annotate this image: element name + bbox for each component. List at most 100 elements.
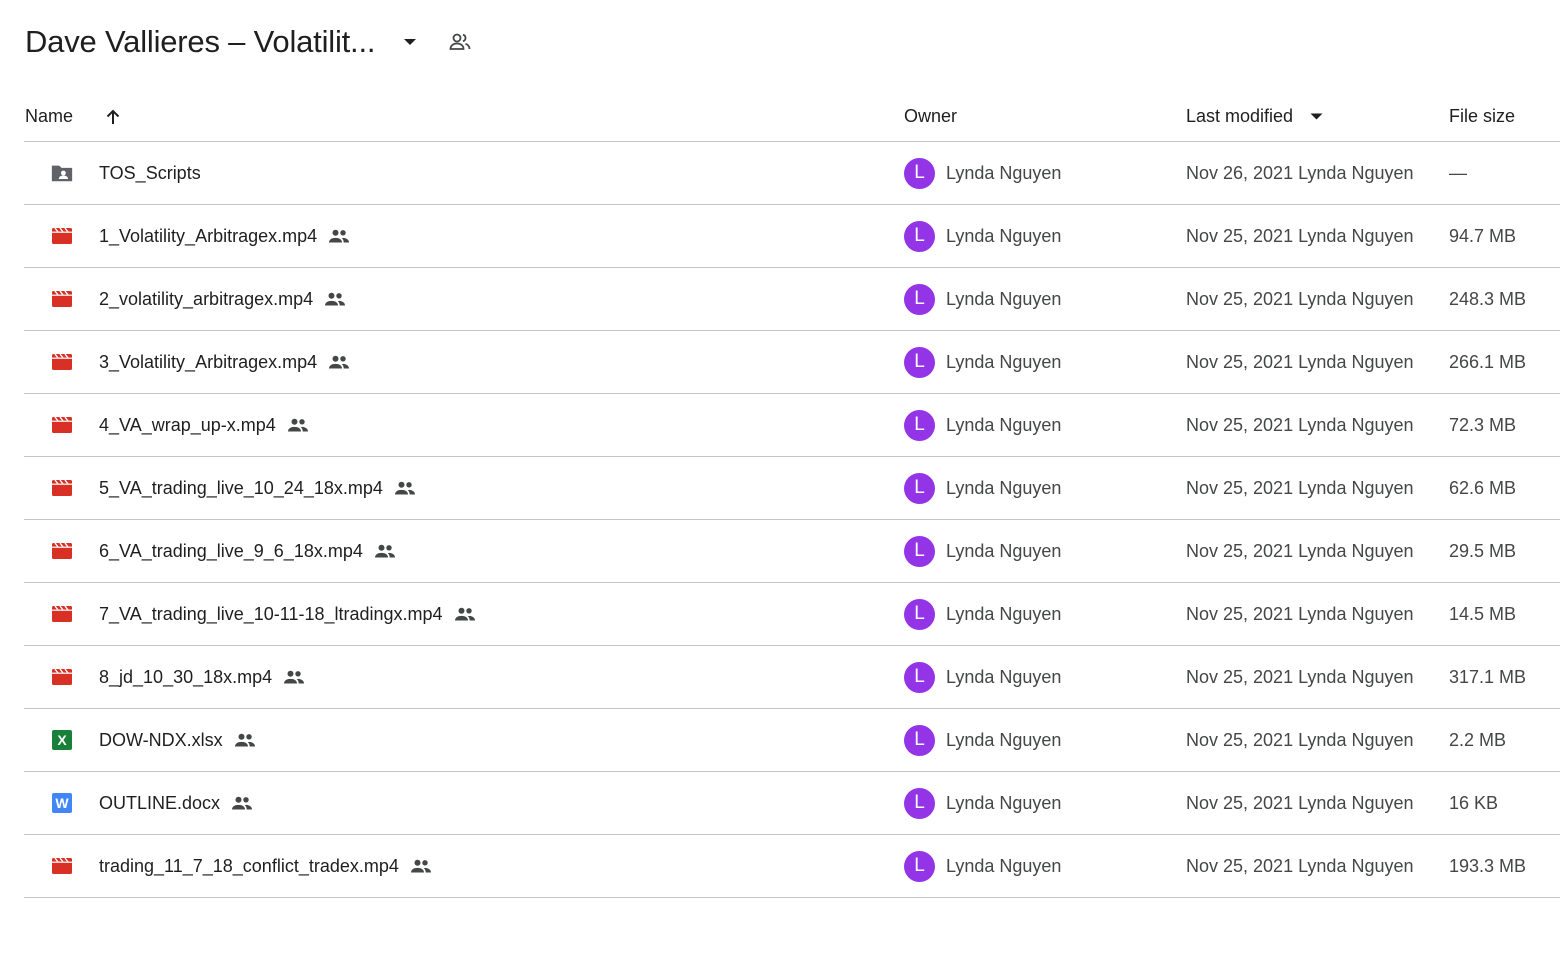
last-modified-cell: Nov 25, 2021 Lynda Nguyen (1186, 288, 1414, 309)
last-modified-cell: Nov 25, 2021 Lynda Nguyen (1186, 855, 1414, 876)
file-name: 4_VA_wrap_up-x.mp4 (99, 414, 276, 435)
file-name: OUTLINE.docx (99, 792, 221, 813)
shared-people-icon (287, 418, 309, 432)
shared-people-icon (454, 607, 476, 621)
file-row[interactable]: 5_VA_trading_live_10_24_18x.mp4 L Lynda … (24, 457, 1560, 520)
file-name-cell[interactable]: 2_volatility_arbitragex.mp4 (99, 268, 346, 330)
owner-avatar: L (904, 283, 935, 315)
owner-avatar: L (904, 535, 935, 567)
column-header-owner[interactable]: Owner (904, 92, 957, 141)
table-header: Name Owner Last modified File size (24, 92, 1560, 142)
owner-cell: L Lynda Nguyen (904, 646, 1061, 708)
file-row[interactable]: 4_VA_wrap_up-x.mp4 L Lynda Nguyen Nov 25… (24, 394, 1560, 457)
file-size-cell: 29.5 MB (1449, 540, 1517, 561)
file-size-cell: 193.3 MB (1449, 855, 1527, 876)
owner-cell: L Lynda Nguyen (904, 772, 1061, 834)
shared-people-icon (324, 292, 346, 306)
file-name: DOW-NDX.xlsx (99, 729, 223, 750)
owner-avatar: L (904, 724, 935, 756)
file-name-cell[interactable]: 6_VA_trading_live_9_6_18x.mp4 (99, 520, 396, 582)
last-modified-cell: Nov 25, 2021 Lynda Nguyen (1186, 414, 1414, 435)
file-row[interactable]: 6_VA_trading_live_9_6_18x.mp4 L Lynda Ng… (24, 520, 1560, 583)
file-name-cell[interactable]: 8_jd_10_30_18x.mp4 (99, 646, 305, 708)
file-name: 2_volatility_arbitragex.mp4 (99, 288, 314, 309)
file-name-cell[interactable]: 7_VA_trading_live_10-11-18_ltradingx.mp4 (99, 583, 476, 645)
file-type-icon-cell (48, 205, 76, 267)
file-type-icon-cell: W (48, 772, 76, 834)
owner-cell: L Lynda Nguyen (904, 583, 1061, 645)
file-name: TOS_Scripts (99, 162, 201, 183)
file-name-cell[interactable]: 3_Volatility_Arbitragex.mp4 (99, 331, 350, 393)
shared-people-icon (234, 733, 256, 747)
file-rows: TOS_Scripts L Lynda Nguyen Nov 26, 2021 … (24, 142, 1560, 898)
file-row[interactable]: 3_Volatility_Arbitragex.mp4 L Lynda Nguy… (24, 331, 1560, 394)
folder-shared-people-icon[interactable] (444, 24, 476, 60)
file-size-cell: 72.3 MB (1449, 414, 1517, 435)
file-list-table: Name Owner Last modified File size TOS_S… (24, 92, 1560, 898)
file-row[interactable]: X DOW-NDX.xlsx L Lynda Nguyen Nov 25, 20… (24, 709, 1560, 772)
folder-title[interactable]: Dave Vallieres – Volatilit... (25, 22, 375, 62)
file-name: 8_jd_10_30_18x.mp4 (99, 666, 273, 687)
folder-header: Dave Vallieres – Volatilit... (0, 0, 1560, 84)
column-header-file-size[interactable]: File size (1449, 92, 1515, 141)
owner-name: Lynda Nguyen (946, 603, 1062, 624)
column-header-last-modified[interactable]: Last modified (1186, 92, 1293, 141)
file-name-cell[interactable]: TOS_Scripts (99, 142, 201, 204)
file-size-cell: 94.7 MB (1449, 225, 1517, 246)
last-modified-cell: Nov 25, 2021 Lynda Nguyen (1186, 351, 1414, 372)
file-name-cell[interactable]: 5_VA_trading_live_10_24_18x.mp4 (99, 457, 416, 519)
owner-name: Lynda Nguyen (946, 666, 1062, 687)
file-name-cell[interactable]: 1_Volatility_Arbitragex.mp4 (99, 205, 350, 267)
file-row[interactable]: TOS_Scripts L Lynda Nguyen Nov 26, 2021 … (24, 142, 1560, 205)
shared-people-icon (374, 544, 396, 558)
file-type-icon-cell (48, 583, 76, 645)
owner-name: Lynda Nguyen (946, 414, 1062, 435)
file-size-cell: 266.1 MB (1449, 351, 1527, 372)
owner-avatar: L (904, 220, 935, 252)
owner-avatar: L (904, 598, 935, 630)
file-name-cell[interactable]: DOW-NDX.xlsx (99, 709, 256, 771)
shared-people-icon (394, 481, 416, 495)
video-file-icon (50, 603, 74, 625)
file-name-cell[interactable]: trading_11_7_18_conflict_tradex.mp4 (99, 835, 432, 897)
file-row[interactable]: W OUTLINE.docx L Lynda Nguyen Nov 25, 20… (24, 772, 1560, 835)
file-row[interactable]: trading_11_7_18_conflict_tradex.mp4 L Ly… (24, 835, 1560, 898)
last-modified-caret-icon[interactable] (1310, 92, 1326, 141)
file-size-cell: 2.2 MB (1449, 729, 1507, 750)
file-name: 6_VA_trading_live_9_6_18x.mp4 (99, 540, 363, 561)
owner-avatar: L (904, 850, 935, 882)
last-modified-cell: Nov 25, 2021 Lynda Nguyen (1186, 225, 1414, 246)
owner-avatar: L (904, 661, 935, 693)
file-type-icon-cell (48, 520, 76, 582)
word-file-icon: W (52, 793, 72, 813)
file-name: 5_VA_trading_live_10_24_18x.mp4 (99, 477, 383, 498)
video-file-icon (50, 288, 74, 310)
owner-name: Lynda Nguyen (946, 792, 1062, 813)
owner-cell: L Lynda Nguyen (904, 394, 1061, 456)
shared-people-icon (283, 670, 305, 684)
folder-menu-caret-icon[interactable] (394, 24, 426, 60)
file-type-icon-cell: X (48, 709, 76, 771)
owner-name: Lynda Nguyen (946, 225, 1062, 246)
file-name-cell[interactable]: 4_VA_wrap_up-x.mp4 (99, 394, 309, 456)
last-modified-cell: Nov 25, 2021 Lynda Nguyen (1186, 729, 1414, 750)
sort-arrow-up-icon[interactable] (104, 92, 126, 141)
shared-people-icon (410, 859, 432, 873)
file-row[interactable]: 7_VA_trading_live_10-11-18_ltradingx.mp4… (24, 583, 1560, 646)
column-header-name[interactable]: Name (25, 92, 73, 141)
shared-folder-icon (50, 162, 74, 184)
owner-name: Lynda Nguyen (946, 288, 1062, 309)
file-name: 7_VA_trading_live_10-11-18_ltradingx.mp4 (99, 603, 443, 624)
video-file-icon (50, 540, 74, 562)
owner-avatar: L (904, 157, 935, 189)
file-row[interactable]: 2_volatility_arbitragex.mp4 L Lynda Nguy… (24, 268, 1560, 331)
last-modified-cell: Nov 25, 2021 Lynda Nguyen (1186, 477, 1414, 498)
file-row[interactable]: 8_jd_10_30_18x.mp4 L Lynda Nguyen Nov 25… (24, 646, 1560, 709)
file-type-icon-cell (48, 457, 76, 519)
owner-avatar: L (904, 346, 935, 378)
file-name: 3_Volatility_Arbitragex.mp4 (99, 351, 318, 372)
file-size-cell: 16 KB (1449, 792, 1499, 813)
file-name-cell[interactable]: OUTLINE.docx (99, 772, 253, 834)
file-row[interactable]: 1_Volatility_Arbitragex.mp4 L Lynda Nguy… (24, 205, 1560, 268)
file-name: 1_Volatility_Arbitragex.mp4 (99, 225, 318, 246)
